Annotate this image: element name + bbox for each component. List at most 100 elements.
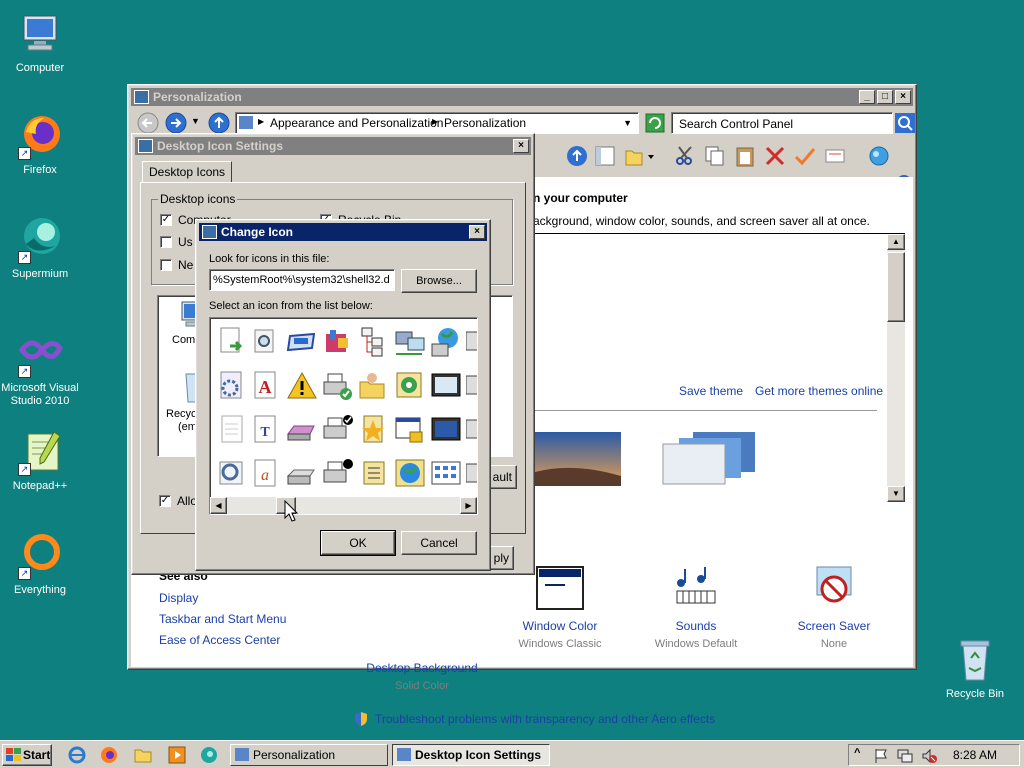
hard-drive-icon[interactable] [286, 458, 318, 490]
partial-icon[interactable] [466, 326, 478, 358]
blank-document-icon[interactable] [216, 414, 248, 446]
media-player-icon[interactable] [168, 746, 186, 764]
up-button[interactable] [207, 112, 231, 134]
folders-icon[interactable] [624, 145, 654, 167]
file-shortcut-icon[interactable] [216, 326, 248, 358]
drive-icon[interactable] [286, 414, 318, 446]
network-icon[interactable] [866, 145, 892, 167]
setting-desktop-background[interactable]: Desktop Background Solid Color [357, 609, 487, 692]
search-icon[interactable] [895, 113, 915, 133]
desktop-icon-everything[interactable]: ↗ Everything [0, 532, 80, 597]
refresh-button[interactable] [645, 113, 665, 133]
desktop-icon-firefox[interactable]: ↗ Firefox [0, 112, 80, 177]
search-input[interactable]: Search Control Panel [671, 112, 893, 134]
scroll-thumb[interactable] [887, 252, 905, 322]
printer-default-icon[interactable] [322, 414, 354, 446]
font-a-icon[interactable]: a [250, 458, 282, 490]
restore-default-button[interactable]: ault [487, 465, 517, 489]
theme-thumbnail-landscape[interactable] [533, 432, 623, 486]
desktop-icon-visual-studio[interactable]: ↗ Microsoft Visual Studio 2010 [0, 330, 80, 408]
warning-icon[interactable] [286, 370, 318, 402]
globe-icon[interactable] [394, 458, 426, 490]
partial-icon[interactable] [466, 414, 478, 446]
desktop-icon-computer[interactable]: Computer [0, 10, 80, 75]
icon-grid-scrollbar[interactable]: ◀ ▶ [210, 497, 477, 514]
taskbar-start-menu-link[interactable]: Taskbar and Start Menu [159, 612, 286, 626]
checkbox[interactable]: ✓ [160, 214, 172, 226]
app-window-icon[interactable] [394, 414, 426, 446]
folder-icon[interactable] [134, 746, 152, 764]
search-document-icon[interactable] [250, 326, 282, 358]
scroll-left-button[interactable]: ◀ [210, 497, 227, 514]
monitor-icon[interactable] [430, 370, 462, 402]
grid-window-icon[interactable] [430, 458, 462, 490]
desktop-icon-recycle-bin[interactable]: Recycle Bin [935, 636, 1015, 701]
scroll-up-button[interactable]: ▲ [887, 234, 905, 250]
setting-label[interactable]: Desktop Background [357, 661, 487, 675]
supermium-icon[interactable] [200, 746, 218, 764]
ease-of-access-link[interactable]: Ease of Access Center [159, 633, 280, 647]
firefox-icon[interactable] [100, 746, 118, 764]
task-personalization[interactable]: Personalization [230, 744, 388, 766]
breadcrumb-personalization[interactable]: Personalization [444, 116, 526, 130]
breadcrumb-appearance[interactable]: Appearance and Personalization [270, 116, 443, 130]
cancel-button[interactable]: Cancel [401, 531, 477, 555]
monitor-blue-icon[interactable] [430, 414, 462, 446]
theme-scrollbar[interactable]: ▲ ▼ [887, 234, 905, 502]
media-disc-icon[interactable] [394, 370, 426, 402]
font-icon[interactable]: A [250, 370, 282, 402]
minimize-button[interactable]: _ [859, 90, 875, 104]
properties-icon[interactable] [824, 145, 846, 167]
display-link[interactable]: Display [159, 591, 198, 605]
scroll-down-button[interactable]: ▼ [887, 486, 905, 502]
setting-window-color[interactable]: Window Color Windows Classic [495, 565, 625, 650]
truetype-font-icon[interactable]: T [250, 414, 282, 446]
close-button[interactable]: × [469, 225, 485, 239]
partial-icon[interactable] [466, 458, 478, 490]
tray-expand-icon[interactable]: ^ [854, 747, 860, 759]
forward-button[interactable] [163, 112, 189, 134]
flag-icon[interactable] [873, 748, 889, 764]
ie-icon[interactable] [68, 746, 86, 764]
network-computers-icon[interactable] [394, 326, 426, 358]
globe-computer-icon[interactable] [430, 326, 462, 358]
gear-document-icon[interactable] [216, 370, 248, 402]
setting-sounds[interactable]: Sounds Windows Default [631, 565, 761, 650]
checkbox[interactable]: ✓ [159, 495, 171, 507]
address-bar[interactable]: ▶ Appearance and Personalization ▶ Perso… [235, 112, 639, 134]
troubleshoot-link[interactable]: Troubleshoot problems with transparency … [375, 712, 715, 726]
up-folder-icon[interactable] [566, 145, 588, 167]
programs-icon[interactable] [322, 326, 354, 358]
setting-label[interactable]: Sounds [631, 619, 761, 633]
folder-user-icon[interactable] [358, 370, 390, 402]
setting-label[interactable]: Window Color [495, 619, 625, 633]
checkbox[interactable] [160, 236, 172, 248]
cut-icon[interactable] [674, 145, 696, 167]
close-button[interactable]: × [513, 139, 529, 153]
back-button[interactable] [135, 112, 161, 134]
printer-network-icon[interactable] [322, 458, 354, 490]
maximize-button[interactable]: □ [877, 90, 893, 104]
get-more-themes-link[interactable]: Get more themes online [755, 384, 883, 398]
setting-label[interactable]: Screen Saver [769, 619, 899, 633]
close-button[interactable]: × [895, 90, 911, 104]
save-theme-link[interactable]: Save theme [679, 384, 743, 398]
delete-icon[interactable] [764, 145, 786, 167]
history-dropdown-icon[interactable]: ▼ [191, 116, 200, 126]
ok-button[interactable]: OK [320, 530, 396, 556]
network-tray-icon[interactable] [897, 748, 913, 764]
undo-check-icon[interactable] [794, 145, 816, 167]
desktop-icon-notepadpp[interactable]: ↗ Notepad++ [0, 428, 80, 493]
window-icon[interactable] [286, 326, 318, 358]
start-button[interactable]: Start [2, 744, 52, 766]
setting-screen-saver[interactable]: Screen Saver None [769, 565, 899, 650]
checkbox[interactable] [160, 259, 172, 271]
desktop-icon-supermium[interactable]: ↗ Supermium [0, 216, 80, 281]
browse-button[interactable]: Browse... [401, 269, 477, 293]
tab-desktop-icons[interactable]: Desktop Icons [142, 161, 233, 183]
printer-check-icon[interactable] [322, 370, 354, 402]
theme-thumbnail-stack[interactable] [653, 430, 763, 486]
icon-file-path-input[interactable]: %SystemRoot%\system32\shell32.d [209, 269, 395, 291]
search-gear-icon[interactable] [216, 458, 248, 490]
partial-icon[interactable] [466, 370, 478, 402]
